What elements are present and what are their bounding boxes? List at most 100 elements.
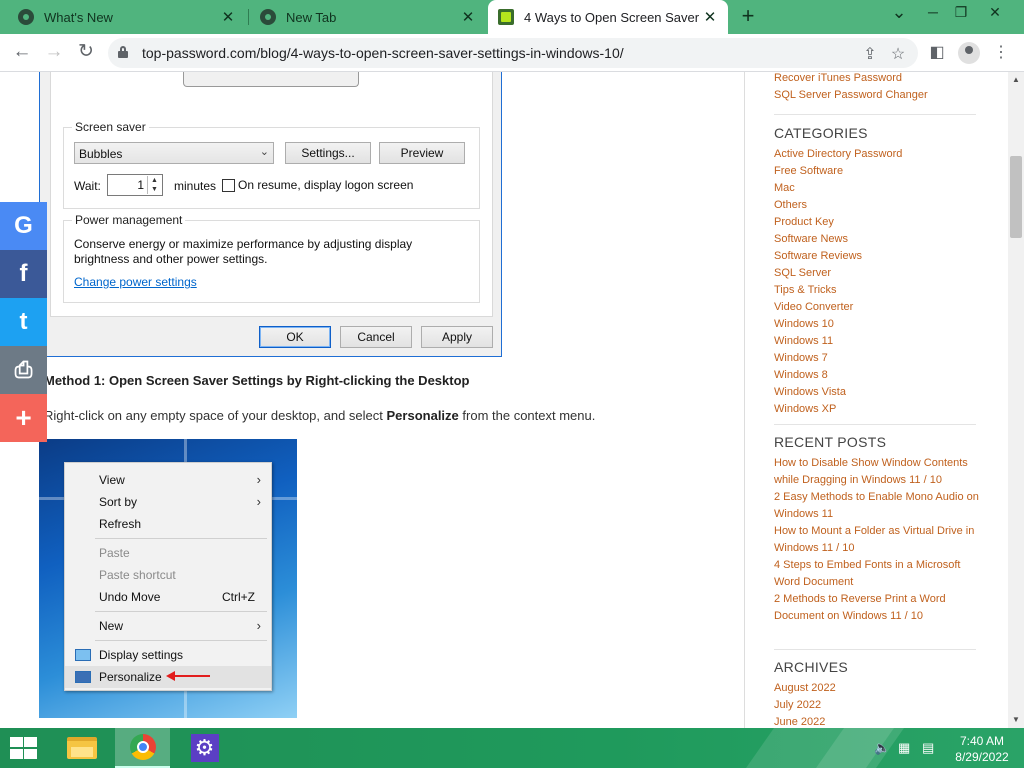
monitor-preview: [183, 72, 359, 87]
wait-minutes-stepper[interactable]: 1 ▲ ▼: [107, 174, 163, 196]
share-twitter-button[interactable]: t: [0, 298, 47, 346]
archive-link[interactable]: July 2022: [774, 697, 984, 714]
category-link[interactable]: Free Software: [774, 163, 984, 180]
ok-button[interactable]: OK: [259, 326, 331, 348]
clock-date: 8/29/2022: [955, 750, 1009, 764]
taskbar-chrome[interactable]: [115, 728, 170, 768]
menu-kebab-icon[interactable]: ⋮: [990, 42, 1012, 64]
reload-icon[interactable]: ↻: [74, 41, 98, 65]
clock-time: 7:40 AM: [959, 734, 1005, 748]
share-google-button[interactable]: G: [0, 202, 47, 250]
sidebar-rule: [774, 424, 976, 425]
forward-arrow-icon[interactable]: →: [42, 41, 66, 65]
category-link[interactable]: Product Key: [774, 214, 984, 231]
bookmark-star-icon[interactable]: ☆: [888, 44, 908, 64]
print-button[interactable]: ⎙: [0, 346, 47, 394]
category-link[interactable]: Software Reviews: [774, 248, 984, 265]
recent-post-link[interactable]: How to Disable Show Window Contents whil…: [774, 455, 984, 489]
category-link[interactable]: Active Directory Password: [774, 146, 984, 163]
lock-icon[interactable]: [118, 46, 128, 58]
recent-post-link[interactable]: How to Mount a Folder as Virtual Drive i…: [774, 523, 984, 557]
category-link[interactable]: Windows 8: [774, 367, 984, 384]
menu-item-display-settings[interactable]: Display settings: [65, 644, 271, 666]
web-page: Screen saver Bubbles ⌄ Settings... Previ…: [0, 72, 1024, 728]
recent-posts-section: RECENT POSTS How to Disable Show Window …: [774, 434, 984, 625]
share-facebook-button[interactable]: f: [0, 250, 47, 298]
settings-button[interactable]: Settings...: [285, 142, 371, 164]
page-scrollbar[interactable]: ▲ ▼: [1008, 72, 1024, 728]
wait-label: Wait:: [74, 179, 101, 193]
sidebar-link[interactable]: Recover iTunes Password: [774, 72, 984, 87]
taskbar-settings[interactable]: ⚙: [177, 728, 232, 768]
category-link[interactable]: Tips & Tricks: [774, 282, 984, 299]
tab-title: New Tab: [286, 9, 337, 25]
windows-start-icon[interactable]: [8, 737, 38, 759]
tab-search-icon[interactable]: ⌄: [884, 2, 914, 23]
category-link[interactable]: Video Converter: [774, 299, 984, 316]
taskbar-clock[interactable]: 7:40 AM 8/29/2022: [950, 733, 1014, 765]
tab-close-icon[interactable]: ✕: [460, 8, 476, 26]
address-bar[interactable]: top-password.com/blog/4-ways-to-open-scr…: [108, 38, 918, 68]
preview-button[interactable]: Preview: [379, 142, 465, 164]
category-link[interactable]: Windows 7: [774, 350, 984, 367]
tab-screen-saver-article[interactable]: 4 Ways to Open Screen Saver Set ✕: [488, 0, 728, 34]
share-more-button[interactable]: +: [0, 394, 47, 442]
sidebar-link[interactable]: SQL Server Password Changer: [774, 87, 984, 104]
share-icon[interactable]: ⇪: [860, 44, 880, 64]
apply-button[interactable]: Apply: [421, 326, 493, 348]
recent-post-link[interactable]: 4 Steps to Embed Fonts in a Microsoft Wo…: [774, 557, 984, 591]
category-link[interactable]: Others: [774, 197, 984, 214]
restore-button[interactable]: ❐: [946, 4, 976, 21]
category-link[interactable]: Windows 11: [774, 333, 984, 350]
recent-post-link[interactable]: 2 Methods to Reverse Print a Word Docume…: [774, 591, 984, 625]
new-tab-button[interactable]: +: [736, 5, 760, 29]
archive-link[interactable]: June 2022: [774, 714, 984, 728]
close-window-button[interactable]: ✕: [980, 4, 1010, 21]
minimize-button[interactable]: ─: [918, 4, 948, 20]
scroll-down-icon[interactable]: ▼: [1008, 712, 1024, 728]
menu-item-refresh[interactable]: Refresh: [65, 513, 271, 535]
tab-whats-new[interactable]: What's New ✕: [8, 0, 246, 34]
category-link[interactable]: Windows XP: [774, 401, 984, 418]
tab-close-icon[interactable]: ✕: [220, 8, 236, 26]
logon-screen-label: On resume, display logon screen: [238, 178, 414, 192]
screen-saver-select[interactable]: Bubbles ⌄: [74, 142, 274, 164]
category-link[interactable]: SQL Server: [774, 265, 984, 282]
archive-link[interactable]: August 2022: [774, 680, 984, 697]
power-management-group: Power management Conserve energy or maxi…: [63, 213, 480, 303]
cancel-button[interactable]: Cancel: [340, 326, 412, 348]
recent-post-link[interactable]: 2 Easy Methods to Enable Mono Audio on W…: [774, 489, 984, 523]
scrollbar-thumb[interactable]: [1010, 156, 1022, 238]
windows-taskbar: ⚙ 🔈 ▦ ▤ 7:40 AM 8/29/2022: [0, 728, 1024, 768]
category-link[interactable]: Mac: [774, 180, 984, 197]
taskbar-file-explorer[interactable]: [54, 728, 109, 768]
browser-toolbar: ← → ↻ top-password.com/blog/4-ways-to-op…: [0, 34, 1024, 72]
url-text[interactable]: top-password.com/blog/4-ways-to-open-scr…: [142, 45, 624, 61]
side-panel-icon[interactable]: ◧: [926, 42, 948, 64]
categories-heading: CATEGORIES: [774, 125, 868, 141]
personalize-icon: [75, 671, 91, 683]
volume-muted-icon[interactable]: 🔈: [874, 740, 890, 756]
menu-item-new[interactable]: New ›: [65, 615, 271, 637]
tab-close-icon[interactable]: ✕: [702, 8, 718, 26]
scroll-up-icon[interactable]: ▲: [1008, 72, 1024, 88]
menu-item-undo-move[interactable]: Undo Move Ctrl+Z: [65, 586, 271, 608]
category-link[interactable]: Windows Vista: [774, 384, 984, 401]
profile-avatar-icon[interactable]: [958, 42, 980, 64]
menu-item-sort-by[interactable]: Sort by ›: [65, 491, 271, 513]
stepper-arrows-icon[interactable]: ▲ ▼: [147, 176, 161, 194]
category-link[interactable]: Software News: [774, 231, 984, 248]
group-label: Screen saver: [72, 120, 149, 134]
menu-item-view[interactable]: View ›: [65, 469, 271, 491]
minutes-label: minutes: [174, 179, 217, 193]
tab-title: What's New: [44, 9, 113, 25]
menu-item-personalize[interactable]: Personalize: [65, 666, 271, 688]
tab-new-tab[interactable]: New Tab ✕: [250, 0, 486, 34]
method-heading: Method 1: Open Screen Saver Settings by …: [44, 373, 470, 388]
change-power-settings-link[interactable]: Change power settings: [74, 275, 197, 289]
action-center-icon[interactable]: ▤: [922, 740, 934, 756]
category-link[interactable]: Windows 10: [774, 316, 984, 333]
back-arrow-icon[interactable]: ←: [10, 41, 34, 65]
network-icon[interactable]: ▦: [898, 740, 910, 756]
logon-screen-checkbox[interactable]: [222, 179, 235, 192]
